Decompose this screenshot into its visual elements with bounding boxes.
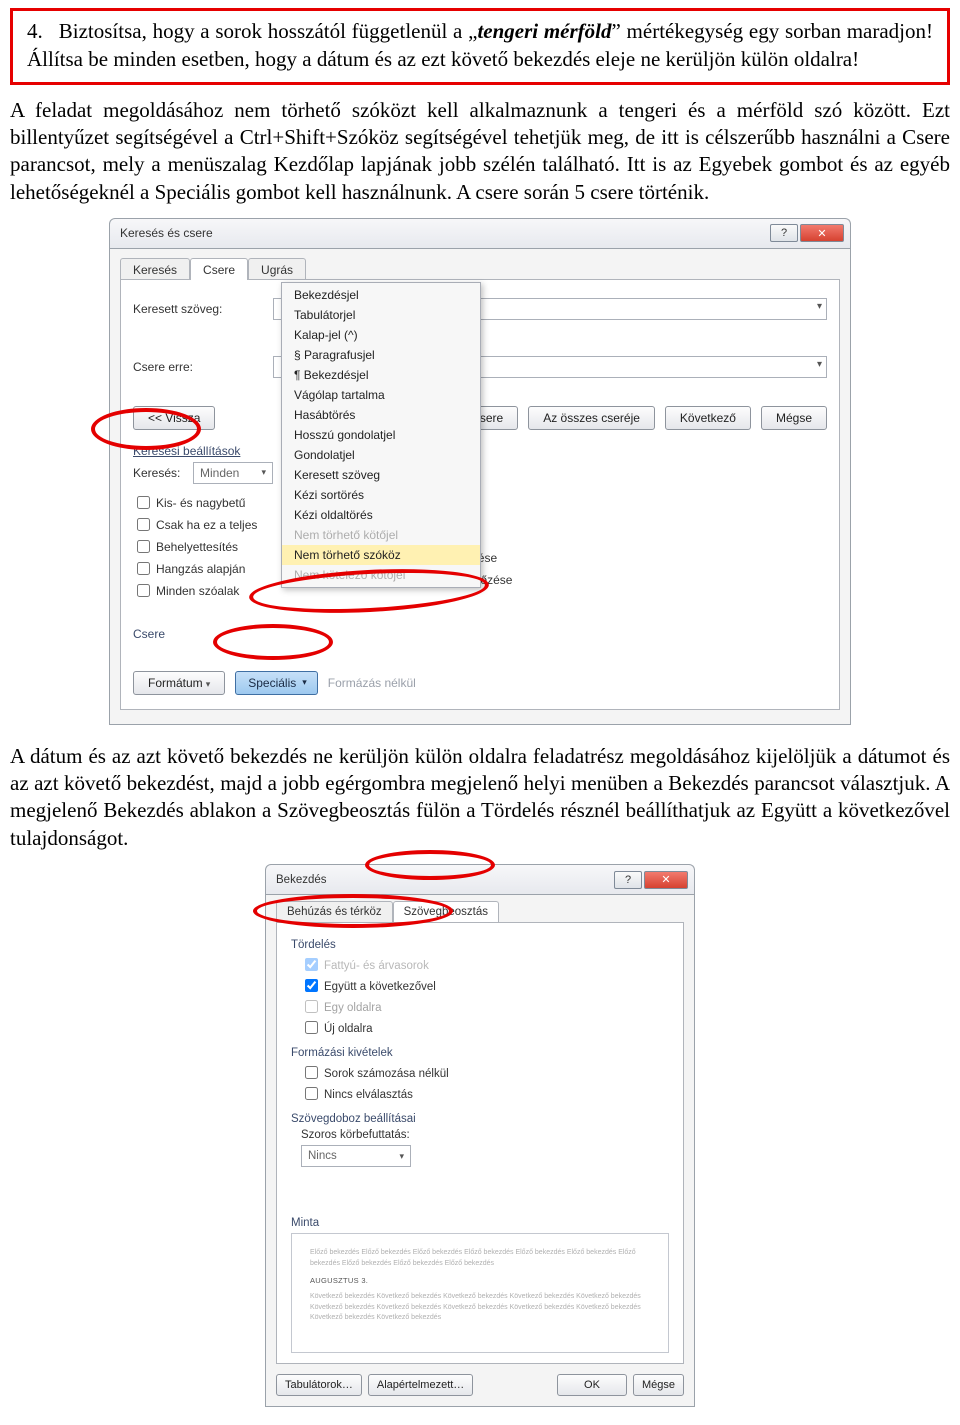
dialog-title: Bekezdés <box>276 874 612 886</box>
find-label: Keresett szöveg: <box>133 302 273 316</box>
menu-item[interactable]: Gondolatjel <box>282 445 480 465</box>
help-button[interactable]: ? <box>770 224 798 242</box>
dialog-pane: Bekezdésjel Tabulátorjel Kalap-jel (^) §… <box>120 279 840 710</box>
chevron-down-icon: ▾ <box>302 677 307 688</box>
replace-all-button[interactable]: Az összes cseréje <box>528 406 655 430</box>
tab-replace[interactable]: Csere <box>190 258 248 280</box>
checkbox[interactable] <box>305 958 318 971</box>
dialog-title: Keresés és csere <box>120 226 768 240</box>
tightwrap-label: Szoros körbefuttatás: <box>301 1129 669 1141</box>
opt-case[interactable]: Kis- és nagybetű <box>133 493 257 512</box>
paragraph-dialog: Bekezdés ? ✕ Behúzás és térköz Szövegbeo… <box>265 864 695 1407</box>
explanation-paragraph-1: A feladat megoldásához nem törhető szókö… <box>10 97 950 206</box>
task-italic: tengeri mérföld <box>477 19 611 43</box>
search-direction-label: Keresés: <box>133 466 193 480</box>
opt-pagebreak-before[interactable]: Új oldalra <box>301 1018 669 1037</box>
opt-keep-with-next[interactable]: Együtt a következővel <box>301 976 669 995</box>
tabs-button[interactable]: Tabulátorok… <box>276 1374 362 1396</box>
chevron-down-icon: ▾ <box>261 467 266 478</box>
menu-item[interactable]: Tabulátorjel <box>282 305 480 325</box>
checkbox[interactable] <box>137 496 150 509</box>
tightwrap-dropdown[interactable]: Nincs ▾ <box>301 1145 411 1167</box>
special-label: Speciális <box>248 676 296 690</box>
help-button[interactable]: ? <box>614 871 642 889</box>
opt-soundslike[interactable]: Hangzás alapján <box>133 559 257 578</box>
checkbox[interactable] <box>305 1000 318 1013</box>
replace-label: Csere erre: <box>133 360 273 374</box>
dialog-titlebar[interactable]: Keresés és csere ? ✕ <box>109 218 851 248</box>
preview-caption: AUGUSZTUS 3. <box>310 1275 650 1286</box>
tab-search[interactable]: Keresés <box>120 258 190 280</box>
close-button[interactable]: ✕ <box>644 871 688 889</box>
replace-group-title: Csere <box>133 627 827 641</box>
menu-item[interactable]: Kézi oldaltörés <box>282 505 480 525</box>
menu-item[interactable]: Nem törhető kötőjel <box>282 525 480 545</box>
close-button[interactable]: ✕ <box>800 224 844 242</box>
chevron-down-icon: ▾ <box>399 1151 404 1162</box>
format-button[interactable]: Formátum▾ <box>133 671 225 695</box>
task-text-before: Biztosítsa, hogy a sorok hosszától függe… <box>59 19 478 43</box>
tab-goto[interactable]: Ugrás <box>248 258 306 280</box>
search-scope-value: Minden <box>200 466 239 480</box>
pagination-group: Tördelés <box>291 939 669 951</box>
menu-item-nonbreaking-space[interactable]: Nem törhető szóköz <box>282 545 480 565</box>
tightwrap-value: Nincs <box>308 1150 337 1162</box>
opt-nolinenum[interactable]: Sorok számozása nélkül <box>301 1063 669 1082</box>
cancel-button[interactable]: Mégse <box>761 406 827 430</box>
dialog-pane: Tördelés Fattyú- és árvasorok Együtt a k… <box>276 922 684 1364</box>
opt-keep-together[interactable]: Egy oldalra <box>301 997 669 1016</box>
opt-wholeword[interactable]: Csak ha ez a teljes <box>133 515 257 534</box>
left-options: Kis- és nagybetű Csak ha ez a teljes Beh… <box>133 490 257 603</box>
explanation-paragraph-2: A dátum és az azt követő bekezdés ne ker… <box>10 743 950 852</box>
special-button[interactable]: Speciális ▾ <box>235 671 318 695</box>
default-button[interactable]: Alapértelmezett… <box>368 1374 473 1396</box>
checkbox[interactable] <box>305 1087 318 1100</box>
formatting-group: Formázási kivételek <box>291 1047 669 1059</box>
noformat-label: Formázás nélkül <box>328 676 416 690</box>
textbox-group: Szövegdoboz beállításai <box>291 1113 669 1125</box>
opt-nohyphen[interactable]: Nincs elválasztás <box>301 1084 669 1103</box>
menu-item[interactable]: Hasábtörés <box>282 405 480 425</box>
dialog-body: Behúzás és térköz Szövegbeosztás Tördelé… <box>265 894 695 1407</box>
preview-box: Előző bekezdés Előző bekezdés Előző beke… <box>291 1233 669 1353</box>
dialog-titlebar[interactable]: Bekezdés ? ✕ <box>265 864 695 894</box>
menu-item[interactable]: Keresett szöveg <box>282 465 480 485</box>
checkbox[interactable] <box>305 979 318 992</box>
tab-textflow[interactable]: Szövegbeosztás <box>393 901 499 922</box>
cancel-button[interactable]: Mégse <box>633 1374 684 1396</box>
next-button[interactable]: Következő <box>665 406 751 430</box>
menu-item[interactable]: Bekezdésjel <box>282 285 480 305</box>
dialog-body: Keresés Csere Ugrás Bekezdésjel Tabuláto… <box>109 248 851 725</box>
menu-item[interactable]: § Paragrafusjel <box>282 345 480 365</box>
special-menu-popup: Bekezdésjel Tabulátorjel Kalap-jel (^) §… <box>281 282 481 588</box>
menu-item[interactable]: ¶ Bekezdésjel <box>282 365 480 385</box>
checkbox[interactable] <box>137 540 150 553</box>
task-number: 4. <box>27 17 53 45</box>
checkbox[interactable] <box>305 1021 318 1034</box>
opt-wordforms[interactable]: Minden szóalak <box>133 581 257 600</box>
checkbox[interactable] <box>137 518 150 531</box>
menu-item[interactable]: Kézi sortörés <box>282 485 480 505</box>
menu-item[interactable]: Kalap-jel (^) <box>282 325 480 345</box>
task-box: 4. Biztosítsa, hogy a sorok hosszától fü… <box>10 8 950 85</box>
opt-wildcards[interactable]: Behelyettesítés <box>133 537 257 556</box>
search-scope-dropdown[interactable]: Minden ▾ <box>193 462 273 484</box>
checkbox[interactable] <box>305 1066 318 1079</box>
checkbox[interactable] <box>137 562 150 575</box>
menu-item[interactable]: Nem kötelező kötőjel <box>282 565 480 585</box>
find-replace-dialog: Keresés és csere ? ✕ Keresés Csere Ugrás… <box>109 218 851 725</box>
menu-item[interactable]: Hosszú gondolatjel <box>282 425 480 445</box>
chevron-down-icon: ▾ <box>206 679 211 689</box>
dialog-tabs: Behúzás és térköz Szövegbeosztás <box>276 901 684 922</box>
back-button[interactable]: << Vissza <box>133 406 215 430</box>
preview-group: Minta <box>291 1217 669 1229</box>
opt-widow[interactable]: Fattyú- és árvasorok <box>301 955 669 974</box>
ok-button[interactable]: OK <box>557 1374 627 1396</box>
dialog-tabs: Keresés Csere Ugrás <box>120 258 840 280</box>
menu-item[interactable]: Vágólap tartalma <box>282 385 480 405</box>
checkbox[interactable] <box>137 584 150 597</box>
tab-indent[interactable]: Behúzás és térköz <box>276 901 393 922</box>
